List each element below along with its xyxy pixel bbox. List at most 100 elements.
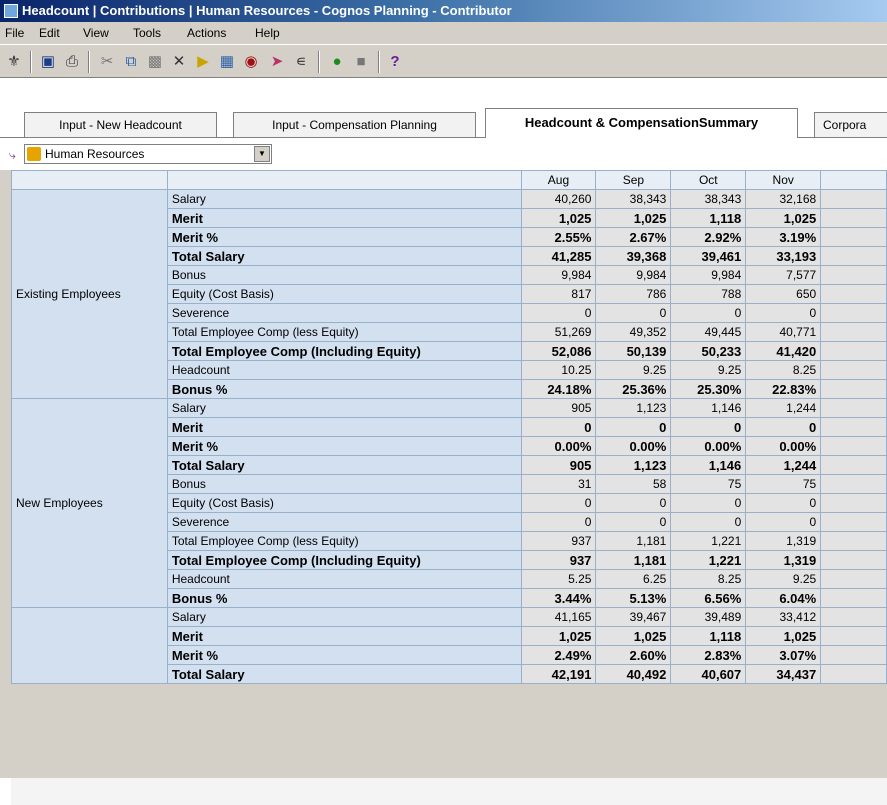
value-cell[interactable]: 3.07% xyxy=(745,645,822,665)
value-cell[interactable]: 786 xyxy=(595,284,672,304)
value-cell[interactable]: 5.25 xyxy=(520,569,597,589)
value-cell[interactable] xyxy=(820,474,887,494)
value-cell[interactable] xyxy=(820,265,887,285)
value-cell[interactable]: 2.83% xyxy=(670,645,747,665)
value-cell[interactable]: 42,191 xyxy=(520,664,597,684)
help-icon[interactable]: ? xyxy=(384,51,406,73)
value-cell[interactable]: 1,319 xyxy=(745,550,822,570)
value-cell[interactable]: 5.13% xyxy=(595,588,672,608)
value-cell[interactable]: 1,025 xyxy=(595,208,672,228)
value-cell[interactable]: 0 xyxy=(745,493,822,513)
value-cell[interactable]: 6.04% xyxy=(745,588,822,608)
value-cell[interactable]: 52,086 xyxy=(520,341,597,361)
paste-icon[interactable]: ▩ xyxy=(144,51,166,73)
column-header-aug[interactable]: Aug xyxy=(520,170,597,190)
value-cell[interactable]: 10.25 xyxy=(520,360,597,380)
value-cell[interactable]: 0 xyxy=(520,512,597,532)
value-cell[interactable]: 51,269 xyxy=(520,322,597,342)
options-icon[interactable]: ▦ xyxy=(216,51,238,73)
value-cell[interactable] xyxy=(820,588,887,608)
value-cell[interactable]: 1,244 xyxy=(745,398,822,418)
menu-file[interactable]: File xyxy=(5,26,24,40)
value-cell[interactable] xyxy=(820,436,887,456)
dimension-dropdown[interactable]: Human Resources ▼ xyxy=(24,144,272,164)
tab-corporate[interactable]: Corpora xyxy=(814,112,887,137)
value-cell[interactable]: 39,461 xyxy=(670,246,747,266)
value-cell[interactable]: 0 xyxy=(670,303,747,323)
value-cell[interactable]: 75 xyxy=(745,474,822,494)
value-cell[interactable]: 0 xyxy=(745,303,822,323)
tab-input-new-headcount[interactable]: Input - New Headcount xyxy=(24,112,217,137)
value-cell[interactable]: 0.00% xyxy=(595,436,672,456)
print-icon[interactable]: ⎙ xyxy=(61,51,83,73)
value-cell[interactable]: 2.92% xyxy=(670,227,747,247)
delete-icon[interactable]: ✕ xyxy=(168,51,190,73)
value-cell[interactable]: 33,412 xyxy=(745,607,822,627)
value-cell[interactable]: 22.83% xyxy=(745,379,822,399)
menu-tools[interactable]: Tools xyxy=(133,26,161,40)
value-cell[interactable]: 1,025 xyxy=(745,208,822,228)
value-cell[interactable] xyxy=(820,246,887,266)
value-cell[interactable]: 1,221 xyxy=(670,531,747,551)
column-header-oct[interactable]: Oct xyxy=(670,170,747,190)
value-cell[interactable] xyxy=(820,607,887,627)
value-cell[interactable] xyxy=(820,531,887,551)
value-cell[interactable] xyxy=(820,645,887,665)
menu-view[interactable]: View xyxy=(83,26,109,40)
value-cell[interactable]: 3.44% xyxy=(520,588,597,608)
value-cell[interactable]: 0 xyxy=(670,512,747,532)
value-cell[interactable]: 6.25 xyxy=(595,569,672,589)
column-header-nov[interactable]: Nov xyxy=(745,170,822,190)
value-cell[interactable]: 0 xyxy=(670,417,747,437)
value-cell[interactable]: 2.49% xyxy=(520,645,597,665)
value-cell[interactable]: 31 xyxy=(520,474,597,494)
value-cell[interactable]: 1,025 xyxy=(520,208,597,228)
value-cell[interactable] xyxy=(820,227,887,247)
tab-input-compensation-planning[interactable]: Input - Compensation Planning xyxy=(233,112,476,137)
value-cell[interactable]: 0 xyxy=(595,303,672,323)
value-cell[interactable]: 49,352 xyxy=(595,322,672,342)
value-cell[interactable] xyxy=(820,398,887,418)
value-cell[interactable]: 788 xyxy=(670,284,747,304)
value-cell[interactable]: 40,607 xyxy=(670,664,747,684)
value-cell[interactable]: 905 xyxy=(520,455,597,475)
cut-icon[interactable]: ✂ xyxy=(96,51,118,73)
menu-edit[interactable]: Edit xyxy=(39,26,60,40)
value-cell[interactable]: 41,165 xyxy=(520,607,597,627)
value-cell[interactable] xyxy=(820,360,887,380)
value-cell[interactable]: 34,437 xyxy=(745,664,822,684)
value-cell[interactable]: 25.30% xyxy=(670,379,747,399)
value-cell[interactable] xyxy=(820,379,887,399)
value-cell[interactable]: 1,118 xyxy=(670,208,747,228)
value-cell[interactable]: 1,025 xyxy=(520,626,597,646)
value-cell[interactable]: 1,025 xyxy=(745,626,822,646)
exit-icon[interactable]: ⚜ xyxy=(3,51,25,73)
value-cell[interactable]: 8.25 xyxy=(745,360,822,380)
value-cell[interactable]: 650 xyxy=(745,284,822,304)
value-cell[interactable]: 1,025 xyxy=(595,626,672,646)
value-cell[interactable]: 24.18% xyxy=(520,379,597,399)
value-cell[interactable]: 40,771 xyxy=(745,322,822,342)
value-cell[interactable]: 39,489 xyxy=(670,607,747,627)
value-cell[interactable]: 9,984 xyxy=(670,265,747,285)
value-cell[interactable]: 39,368 xyxy=(595,246,672,266)
value-cell[interactable]: 0 xyxy=(595,512,672,532)
value-cell[interactable]: 1,181 xyxy=(595,531,672,551)
value-cell[interactable]: 0.00% xyxy=(745,436,822,456)
value-cell[interactable]: 58 xyxy=(595,474,672,494)
value-cell[interactable] xyxy=(820,322,887,342)
import-icon[interactable]: ▶ xyxy=(192,51,214,73)
value-cell[interactable]: 1,221 xyxy=(670,550,747,570)
value-cell[interactable]: 9,984 xyxy=(520,265,597,285)
copy-icon[interactable]: ⧉ xyxy=(120,51,142,73)
chevron-down-icon[interactable]: ▼ xyxy=(254,146,270,162)
value-cell[interactable]: 6.56% xyxy=(670,588,747,608)
value-cell[interactable]: 25.36% xyxy=(595,379,672,399)
value-cell[interactable]: 41,285 xyxy=(520,246,597,266)
value-cell[interactable]: 2.67% xyxy=(595,227,672,247)
value-cell[interactable]: 7,577 xyxy=(745,265,822,285)
value-cell[interactable]: 817 xyxy=(520,284,597,304)
value-cell[interactable]: 1,319 xyxy=(745,531,822,551)
filter-icon[interactable]: ∊ xyxy=(290,51,312,73)
submit-icon[interactable]: ➤ xyxy=(266,51,288,73)
